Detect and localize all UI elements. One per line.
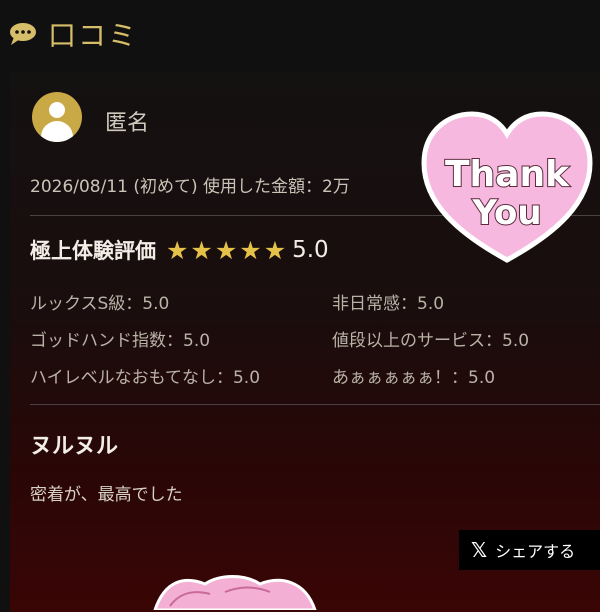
decorative-sticker-partial [153, 575, 317, 610]
star-icon: ★ [214, 235, 238, 265]
sub-rating-value-service: 値段以上のサービス：5.0 [332, 331, 530, 351]
sub-rating-hospitality: ハイレベルなおもてなし：5.0 [30, 368, 261, 388]
rating-value: 5.0 [292, 237, 329, 263]
sticker-line1: Thank [445, 154, 570, 195]
avatar-body-shape [41, 121, 73, 142]
rating-label: 極上体験評価 [30, 239, 156, 263]
x-logo-icon: 𝕏 [471, 538, 488, 562]
sub-rating-looks: ルックスS級：5.0 [30, 294, 170, 314]
share-label: シェアする [495, 542, 576, 561]
section-title: 口コミ [48, 19, 139, 52]
star-icon: ★ [166, 235, 189, 265]
review-title: ヌルヌル [30, 434, 119, 459]
section-header: 口コミ [8, 14, 138, 54]
star-icon: ★ [263, 235, 287, 265]
thank-you-sticker: Thank You [421, 111, 593, 263]
review-body: 密着が、最高でした [30, 485, 183, 505]
star-icon: ★ [190, 235, 213, 265]
share-on-x-button[interactable]: 𝕏 シェアする [459, 530, 600, 570]
avatar-head-shape [49, 102, 65, 118]
speech-bubble-icon [10, 23, 36, 45]
divider [30, 404, 600, 405]
overall-rating: 極上体験評価 ★ ★ ★ ★ ★ 5.0 [30, 235, 329, 265]
review-meta: 2026/08/11 (初めて) 使用した金額：2万 [30, 177, 350, 197]
sub-rating-god-hand: ゴッドハンド指数：5.0 [30, 331, 211, 351]
sub-rating-aaa: あぁぁぁぁぁ！：5.0 [332, 368, 496, 388]
reviewer-name: 匿名 [105, 111, 150, 136]
avatar [32, 92, 82, 142]
star-icon: ★ [239, 235, 262, 265]
star-rating: ★ ★ ★ ★ ★ [166, 238, 286, 263]
sticker-line2: You [471, 193, 541, 233]
sub-rating-extraordinary: 非日常感：5.0 [332, 294, 445, 314]
